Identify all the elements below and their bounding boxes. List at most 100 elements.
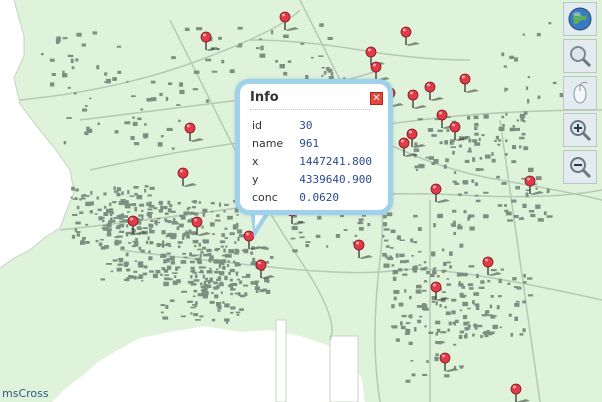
building <box>483 214 489 219</box>
building <box>453 343 457 346</box>
building <box>405 259 409 263</box>
building <box>474 303 480 307</box>
building <box>224 275 228 281</box>
building <box>431 296 436 300</box>
building <box>401 314 407 318</box>
building <box>387 256 394 261</box>
building <box>543 211 547 216</box>
building <box>443 261 447 266</box>
building <box>155 221 161 224</box>
building <box>97 208 102 212</box>
building <box>392 276 397 281</box>
building <box>405 379 411 383</box>
building <box>182 252 187 255</box>
building <box>171 147 175 150</box>
building <box>178 223 184 228</box>
building <box>171 56 176 60</box>
info-popup: Info ✕ id 30 name 961 x 1447241.800 y 43… <box>235 79 393 215</box>
attribute-row-name: name 961 <box>248 134 376 152</box>
building <box>125 231 132 235</box>
zoom-box-button[interactable] <box>563 39 597 73</box>
building <box>126 80 129 83</box>
full-extent-button[interactable] <box>563 2 597 36</box>
building <box>211 280 214 283</box>
building <box>188 231 195 234</box>
building <box>283 34 289 38</box>
building <box>73 92 77 95</box>
building <box>123 215 128 218</box>
building <box>96 196 99 200</box>
building <box>220 259 227 263</box>
building <box>147 204 150 207</box>
building <box>305 241 311 243</box>
building <box>417 319 422 324</box>
building <box>391 264 395 267</box>
building <box>330 72 334 76</box>
building <box>90 201 94 206</box>
building <box>515 300 520 303</box>
popup-title: Info <box>250 90 279 105</box>
building <box>535 204 541 209</box>
building <box>435 353 439 356</box>
building <box>136 226 142 230</box>
building <box>160 304 165 307</box>
building <box>159 92 163 97</box>
pan-button[interactable] <box>563 76 597 110</box>
building <box>138 276 142 279</box>
building <box>216 268 219 271</box>
building <box>112 259 118 262</box>
zoom-out-button[interactable] <box>563 150 597 184</box>
building <box>149 270 154 273</box>
building <box>446 283 451 286</box>
building <box>71 234 76 239</box>
building <box>527 76 530 79</box>
building <box>321 74 324 77</box>
building <box>537 218 544 222</box>
building <box>552 81 557 84</box>
building <box>528 167 534 173</box>
building <box>259 289 265 293</box>
building <box>197 248 203 251</box>
building <box>136 194 143 200</box>
building <box>449 265 452 269</box>
close-icon[interactable]: ✕ <box>370 92 383 105</box>
building <box>473 323 477 328</box>
building <box>511 160 517 164</box>
building <box>170 260 175 265</box>
building <box>548 22 552 25</box>
building <box>202 274 205 279</box>
building <box>202 246 206 250</box>
building <box>229 232 235 236</box>
building <box>167 200 171 205</box>
building <box>50 82 55 87</box>
building <box>116 267 122 272</box>
building <box>122 219 128 223</box>
building <box>211 292 214 294</box>
zoom-in-button[interactable] <box>563 113 597 147</box>
building <box>411 255 414 257</box>
building <box>475 168 480 172</box>
building <box>235 271 239 274</box>
building <box>66 117 72 119</box>
building <box>109 219 116 223</box>
building <box>445 311 451 316</box>
building <box>103 228 107 231</box>
attribute-value: 1447241.800 <box>299 154 373 168</box>
building <box>433 159 439 163</box>
building <box>211 318 216 322</box>
building <box>222 265 226 270</box>
building <box>127 190 130 195</box>
building <box>118 257 124 263</box>
building <box>198 271 205 273</box>
building <box>76 32 82 37</box>
building <box>182 235 185 240</box>
building <box>198 242 201 247</box>
building <box>382 234 385 238</box>
building <box>428 331 434 334</box>
building <box>546 188 550 193</box>
building <box>194 274 198 279</box>
building <box>76 205 80 210</box>
building <box>186 211 189 214</box>
building <box>141 209 144 212</box>
building <box>522 281 527 284</box>
